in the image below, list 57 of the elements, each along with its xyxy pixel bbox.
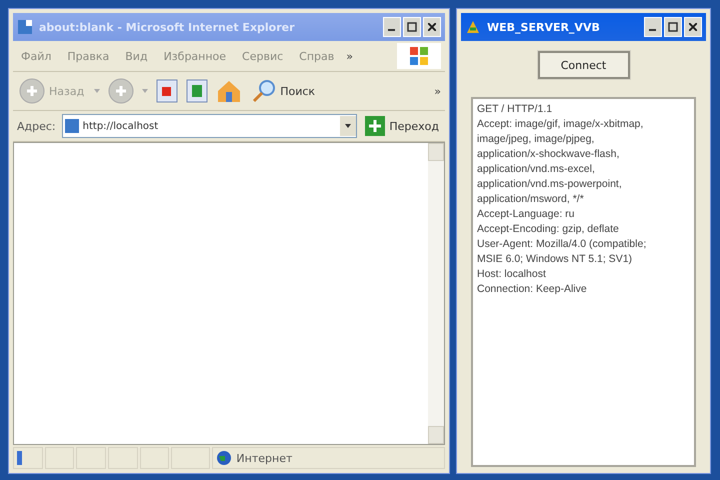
request-line: application/msword, */* [477,192,585,207]
maximize-button[interactable] [403,17,421,37]
maximize-icon [668,22,678,32]
dropdown-caret-icon [142,89,148,93]
close-icon [689,23,697,31]
search-icon [252,79,276,103]
zone-label: Интернет [236,452,292,464]
request-line: application/vnd.ms-powerpoint, [477,177,623,192]
request-line: Accept-Language: ru [477,207,576,222]
app-icon [465,19,481,35]
window-title: WEB_SERVER_VVB [487,20,601,34]
connect-button[interactable]: Connect [538,51,630,79]
refresh-icon[interactable] [186,79,208,103]
close-icon [428,23,436,31]
request-line: MSIE 6.0; Windows NT 5.1; SV1) [477,252,634,267]
minimize-button[interactable] [644,17,662,37]
home-icon[interactable] [216,78,242,104]
request-line: Accept-Encoding: gzip, deflate [477,222,620,237]
flag-logo-icon [410,47,428,65]
stop-icon[interactable] [156,79,178,103]
globe-icon [216,450,232,466]
request-line: application/x-shockwave-flash, [477,147,620,162]
go-button[interactable]: Переход [363,114,441,138]
maximize-icon [407,22,417,32]
minimize-button[interactable] [383,17,401,37]
menu-item[interactable]: Правка [63,48,114,64]
request-line: GET / HTTP/1.1 [477,102,554,117]
progress-icon [17,451,22,465]
address-field[interactable]: http://localhost [62,114,358,138]
page-icon [17,19,33,35]
maximize-button[interactable] [664,17,682,37]
menu-item[interactable]: Сервис [238,48,288,64]
close-button[interactable] [684,17,702,37]
dropdown-button[interactable] [340,116,356,136]
request-line: Connection: Keep-Alive [477,282,588,297]
menu-item[interactable]: Избранное [160,48,230,64]
window-title: about:blank - Microsoft Internet Explorer [39,20,296,34]
close-button[interactable] [423,17,441,37]
back-button[interactable]: Назад [17,76,86,106]
go-arrow-icon [365,116,386,136]
request-line: Host: localhost [477,267,547,282]
page-icon [64,119,79,133]
dropdown-caret-icon [94,89,100,93]
chevron[interactable]: » [346,50,353,62]
chevron[interactable]: » [434,84,441,98]
menu-item[interactable]: Справ [295,48,338,64]
address-label: Адрес: [17,120,56,132]
request-line: Accept: image/gif, image/x-xbitmap, [477,117,644,132]
request-text-area[interactable] [471,97,696,467]
request-line: application/vnd.ms-excel, [477,162,596,177]
request-line: User-Agent: Mozilla/4.0 (compatible; [477,237,648,252]
menu-item[interactable]: Файл [17,48,56,64]
scrollbar[interactable] [428,143,444,444]
search-button[interactable]: Поиск [250,77,318,105]
menu-item[interactable]: Вид [121,48,152,64]
caret-icon [345,124,352,128]
request-line: image/jpeg, image/pjpeg, [477,132,596,147]
